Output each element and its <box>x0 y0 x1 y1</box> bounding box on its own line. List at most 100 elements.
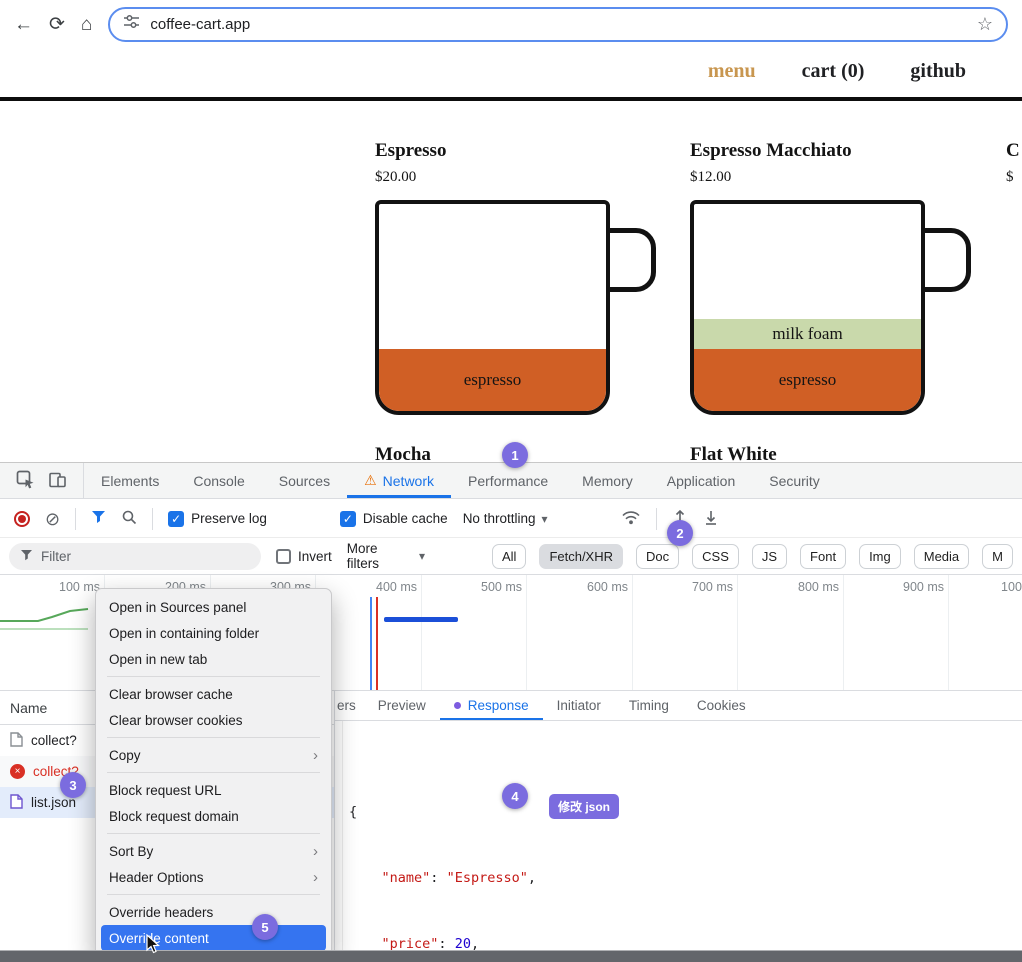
tab-initiator[interactable]: Initiator <box>543 691 615 720</box>
chip-media[interactable]: Media <box>914 544 969 569</box>
search-icon[interactable] <box>121 509 137 528</box>
nav-link-github[interactable]: github <box>910 60 966 83</box>
network-conditions-icon[interactable] <box>621 510 641 528</box>
context-menu: Open in Sources panel Open in containing… <box>95 588 332 957</box>
chevron-down-icon: ▾ <box>419 549 425 563</box>
address-bar[interactable]: coffee-cart.app ☆ <box>108 7 1008 42</box>
submenu-arrow-icon: › <box>313 843 318 860</box>
record-dot <box>18 515 26 523</box>
chip-css[interactable]: CSS <box>692 544 739 569</box>
home-icon[interactable]: ⌂ <box>81 15 92 34</box>
inspect-element-icon[interactable] <box>16 470 35 492</box>
menu-item-open-in-folder[interactable]: Open in containing folder <box>101 620 326 646</box>
chip-js[interactable]: JS <box>752 544 787 569</box>
funnel-icon <box>20 549 33 564</box>
document-icon <box>10 732 23 750</box>
checkbox-checked-icon: ✓ <box>168 511 184 527</box>
filter-input[interactable] <box>41 549 250 564</box>
menu-item-header-options[interactable]: Header Options › <box>101 864 326 890</box>
request-timing-bar <box>384 617 458 622</box>
preserve-log-checkbox[interactable]: ✓ Preserve log <box>168 511 267 527</box>
network-filter-row: Invert More filters ▾ All Fetch/XHR Doc … <box>0 538 1022 575</box>
site-settings-icon[interactable] <box>123 13 140 35</box>
tab-response[interactable]: Response <box>440 691 543 720</box>
espresso-cup[interactable]: espresso <box>375 200 610 415</box>
chip-font[interactable]: Font <box>800 544 846 569</box>
product-price: $12.00 <box>690 169 925 186</box>
tab-console[interactable]: Console <box>176 463 261 498</box>
chevron-down-icon: ▾ <box>541 512 547 526</box>
mouse-cursor-icon <box>146 934 162 959</box>
export-har-icon[interactable] <box>703 509 719 529</box>
screen: ← ⟳ ⌂ coffee-cart.app ☆ menu cart (0) gi… <box>0 0 1022 962</box>
nav-link-cart[interactable]: cart (0) <box>802 60 865 83</box>
menu-item-sort-by[interactable]: Sort By › <box>101 838 326 864</box>
menu-item-block-domain[interactable]: Block request domain <box>101 803 326 829</box>
time-label: 700 ms <box>692 580 733 594</box>
menu-item-open-in-sources[interactable]: Open in Sources panel <box>101 594 326 620</box>
more-filters-dropdown[interactable]: More filters ▾ <box>347 541 425 571</box>
tab-security[interactable]: Security <box>752 463 837 498</box>
back-icon[interactable]: ← <box>14 15 33 34</box>
tab-headers-cut[interactable]: ers <box>335 691 364 720</box>
tab-memory[interactable]: Memory <box>565 463 650 498</box>
chip-cut[interactable]: M <box>982 544 1013 569</box>
chip-all[interactable]: All <box>492 544 526 569</box>
tab-cookies[interactable]: Cookies <box>683 691 760 720</box>
code-line: { <box>349 801 1022 823</box>
refresh-icon[interactable]: ⟳ <box>49 15 65 34</box>
tab-timing[interactable]: Timing <box>615 691 683 720</box>
menu-item-clear-cookies[interactable]: Clear browser cookies <box>101 707 326 733</box>
espresso-macchiato-cup[interactable]: milk foam espresso <box>690 200 925 415</box>
disable-cache-checkbox[interactable]: ✓ Disable cache <box>340 511 448 527</box>
product-price: $20.00 <box>375 169 610 186</box>
annotation-tooltip: 修改 json <box>549 794 619 819</box>
browser-toolbar: ← ⟳ ⌂ coffee-cart.app ☆ <box>0 0 1022 48</box>
chip-fetch-xhr[interactable]: Fetch/XHR <box>539 544 623 569</box>
tab-elements[interactable]: Elements <box>84 463 176 498</box>
filter-toggle-icon[interactable] <box>91 510 106 527</box>
toolbar-divider <box>75 508 76 530</box>
invert-checkbox[interactable]: Invert <box>276 549 332 564</box>
code-line: "name": "Espresso", <box>349 867 1022 889</box>
tab-preview[interactable]: Preview <box>364 691 440 720</box>
espresso-layer-label: espresso <box>379 349 606 411</box>
response-json-viewer: { "name": "Espresso", "price": 20, "reci… <box>335 721 1022 950</box>
product-name: Espresso <box>375 140 610 162</box>
tab-application[interactable]: Application <box>650 463 753 498</box>
bookmark-star-icon[interactable]: ☆ <box>977 14 993 35</box>
menu-item-copy[interactable]: Copy › <box>101 742 326 768</box>
product-card-espresso: Espresso $20.00 espresso <box>375 140 610 415</box>
clear-network-log-icon[interactable]: ⊘ <box>45 510 60 528</box>
json-file-icon <box>10 794 23 812</box>
time-label: 1000 ms <box>1001 580 1022 594</box>
error-icon: × <box>10 764 25 779</box>
product-name: C <box>1006 140 1022 162</box>
menu-item-override-content[interactable]: Override content <box>101 925 326 951</box>
menu-item-block-url[interactable]: Block request URL <box>101 777 326 803</box>
nav-link-menu[interactable]: menu <box>708 60 756 83</box>
espresso-layer-label: espresso <box>694 349 921 411</box>
cup-body: milk foam espresso <box>690 200 925 415</box>
menu-item-clear-cache[interactable]: Clear browser cache <box>101 681 326 707</box>
nav-divider <box>0 97 1022 101</box>
request-detail-pane: ers Preview Response Initiator Timing Co… <box>335 691 1022 950</box>
toolbar-divider <box>656 508 657 530</box>
throttling-select[interactable]: No throttling ▾ <box>463 511 548 526</box>
time-label: 400 ms <box>376 580 417 594</box>
tab-sources[interactable]: Sources <box>262 463 347 498</box>
network-toolbar: ⊘ ✓ Preserve log ✓ Disable cache No thro… <box>0 500 1022 538</box>
device-toolbar-icon[interactable] <box>48 470 67 492</box>
menu-item-override-headers[interactable]: Override headers <box>101 899 326 925</box>
annotation-step-3: 3 <box>60 772 86 798</box>
tab-network[interactable]: ⚠ Network <box>347 463 451 498</box>
response-dot-icon <box>454 702 461 709</box>
chip-doc[interactable]: Doc <box>636 544 679 569</box>
tab-performance[interactable]: Performance <box>451 463 565 498</box>
chip-img[interactable]: Img <box>859 544 901 569</box>
filter-input-wrapper[interactable] <box>9 543 261 570</box>
submenu-arrow-icon: › <box>313 869 318 886</box>
record-button[interactable] <box>14 511 30 527</box>
menu-item-open-new-tab[interactable]: Open in new tab <box>101 646 326 672</box>
menu-separator <box>107 772 320 773</box>
